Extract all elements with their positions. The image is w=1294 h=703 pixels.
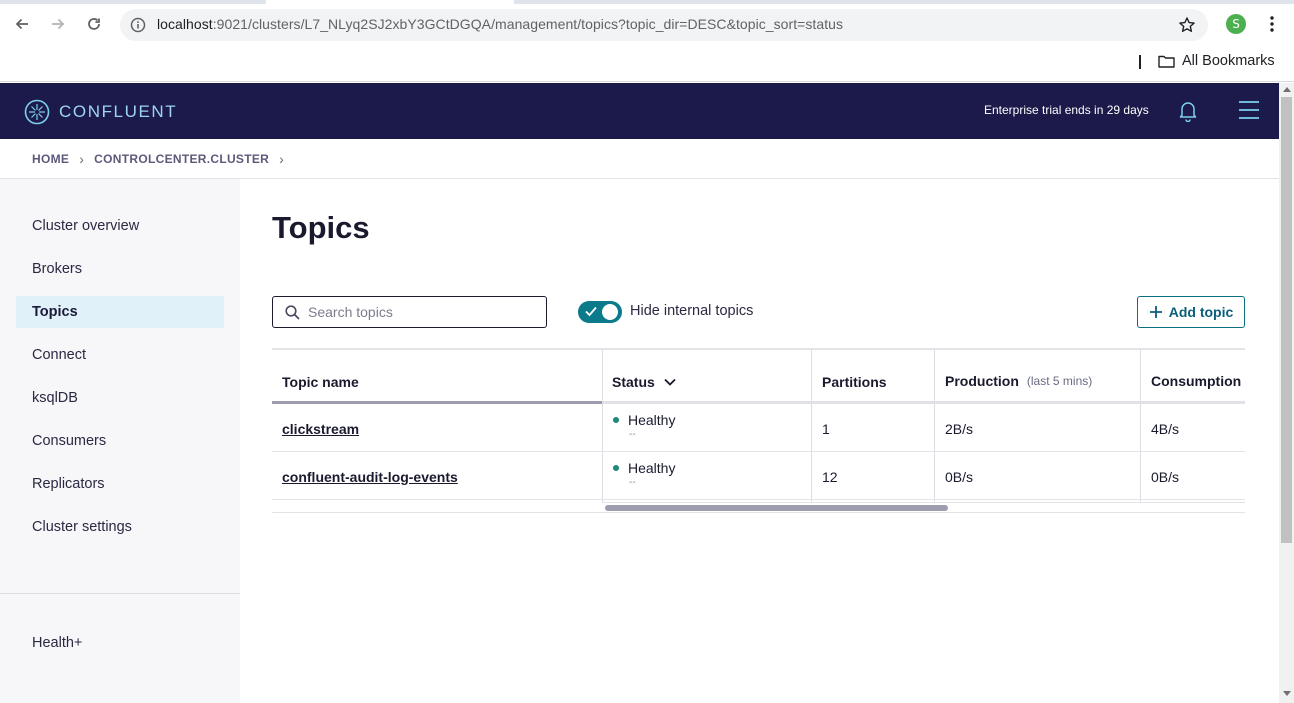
bookmarks-separator <box>1139 55 1141 69</box>
healthy-dot-icon <box>613 465 619 471</box>
status-cell: Healthy -- <box>613 460 675 488</box>
search-box[interactable] <box>272 296 547 328</box>
forward-icon[interactable] <box>46 12 70 36</box>
sidebar-item-cluster-settings[interactable]: Cluster settings <box>16 511 224 543</box>
header-underline <box>603 401 1245 404</box>
breadcrumb: HOME › CONTROLCENTER.CLUSTER › <box>0 139 1279 179</box>
hamburger-menu-icon[interactable] <box>1238 99 1260 126</box>
address-bar[interactable]: localhost:9021/clusters/L7_NLyq2SJ2xbY3G… <box>120 9 1208 41</box>
sidebar-item-brokers[interactable]: Brokers <box>16 253 224 285</box>
check-icon <box>585 306 597 317</box>
production-value: 0B/s <box>945 469 974 485</box>
page-scrollbar[interactable] <box>1279 83 1294 703</box>
breadcrumb-home[interactable]: HOME <box>32 152 69 166</box>
column-header-topic-name[interactable]: Topic name <box>282 374 359 390</box>
chevron-right-icon: › <box>279 150 285 167</box>
breadcrumb-cluster[interactable]: CONTROLCENTER.CLUSTER <box>94 152 269 166</box>
table-horizontal-scrollbar[interactable] <box>602 502 1245 503</box>
topic-name-link[interactable]: clickstream <box>282 421 359 437</box>
trial-notice: Enterprise trial ends in 29 days <box>984 103 1149 117</box>
sidebar-item-ksqldb[interactable]: ksqlDB <box>16 382 224 414</box>
bell-icon[interactable] <box>1178 100 1198 127</box>
confluent-logo-icon <box>24 99 50 125</box>
row-divider <box>272 499 1245 500</box>
column-header-partitions[interactable]: Partitions <box>822 374 887 390</box>
search-input[interactable] <box>308 304 528 320</box>
page-title: Topics <box>272 210 370 245</box>
column-header-consumption-label: Consumption <box>1151 373 1242 389</box>
column-header-production[interactable]: Production (last 5 mins) <box>945 373 1092 389</box>
status-sub-text: -- <box>629 429 636 440</box>
topic-name-link[interactable]: confluent-audit-log-events <box>282 469 458 485</box>
sidebar-item-topics[interactable]: Topics <box>16 296 224 328</box>
header-underline-sorted <box>272 401 602 404</box>
row-divider <box>272 451 1245 452</box>
column-header-status-label: Status <box>612 374 655 390</box>
column-header-production-label: Production <box>945 373 1019 389</box>
bookmark-star-icon[interactable] <box>1178 16 1196 39</box>
sidebar: Cluster overview Brokers Topics Connect … <box>0 179 240 703</box>
status-cell: Healthy -- <box>613 412 675 440</box>
reload-icon[interactable] <box>82 12 106 36</box>
healthy-dot-icon <box>613 417 619 423</box>
sidebar-item-health-plus[interactable]: Health+ <box>16 627 224 659</box>
scrollbar-thumb[interactable] <box>1281 97 1292 543</box>
production-value: 2B/s <box>945 421 974 437</box>
folder-icon <box>1158 55 1175 68</box>
status-text: Healthy <box>628 412 676 428</box>
add-topic-button[interactable]: Add topic <box>1137 296 1245 328</box>
consumption-value: 0B/s <box>1151 469 1180 485</box>
tab-strip <box>0 0 1294 4</box>
sidebar-item-consumers[interactable]: Consumers <box>16 425 224 457</box>
sidebar-item-connect[interactable]: Connect <box>16 339 224 371</box>
column-header-production-sub: (last 5 mins) <box>1026 374 1093 388</box>
column-header-topic-name-label: Topic name <box>282 374 359 390</box>
active-tab[interactable] <box>266 0 514 4</box>
chevron-right-icon: › <box>79 150 85 167</box>
consumption-value: 4B/s <box>1151 421 1180 437</box>
browser-toolbar: localhost:9021/clusters/L7_NLyq2SJ2xbY3G… <box>0 0 1294 48</box>
column-divider <box>1140 350 1141 502</box>
plus-icon <box>1149 306 1162 318</box>
column-divider <box>811 350 812 502</box>
bookmarks-bar: All Bookmarks <box>0 48 1294 82</box>
table-scrollbar-thumb[interactable] <box>605 505 948 511</box>
status-sub-text: -- <box>629 477 636 488</box>
toggle-knob <box>602 304 618 320</box>
hide-internal-topics-toggle[interactable] <box>578 301 622 323</box>
all-bookmarks-button[interactable]: All Bookmarks <box>1158 53 1275 69</box>
hide-internal-topics-label: Hide internal topics <box>630 303 754 319</box>
status-text: Healthy <box>628 460 676 476</box>
back-icon[interactable] <box>10 12 34 36</box>
add-topic-label: Add topic <box>1168 304 1234 320</box>
brand-name: CONFLUENT <box>59 102 178 121</box>
sidebar-item-replicators[interactable]: Replicators <box>16 468 224 500</box>
confluent-logo[interactable]: CONFLUENT <box>24 99 177 125</box>
url-text: localhost:9021/clusters/L7_NLyq2SJ2xbY3G… <box>157 16 844 32</box>
column-divider <box>934 350 935 502</box>
partitions-value: 12 <box>822 469 838 485</box>
sort-desc-chevron-icon <box>664 378 676 386</box>
scroll-up-arrow-icon[interactable] <box>1283 87 1291 92</box>
scroll-down-arrow-icon[interactable] <box>1283 691 1291 696</box>
sidebar-divider <box>0 593 240 594</box>
column-header-consumption[interactable]: Consumption <box>1151 373 1241 389</box>
topics-table: Topic name Status Partitions Production … <box>272 348 1245 513</box>
sidebar-item-cluster-overview[interactable]: Cluster overview <box>16 210 224 242</box>
column-header-status[interactable]: Status <box>612 374 677 390</box>
column-divider <box>602 350 603 502</box>
app-header: CONFLUENT Enterprise trial ends in 29 da… <box>0 83 1279 139</box>
column-header-partitions-label: Partitions <box>822 374 887 390</box>
profile-avatar[interactable]: S <box>1226 14 1246 34</box>
site-info-icon[interactable] <box>130 17 146 38</box>
search-icon <box>285 304 300 320</box>
partitions-value: 1 <box>822 421 830 437</box>
all-bookmarks-label: All Bookmarks <box>1182 53 1275 69</box>
browser-menu-icon[interactable] <box>1262 12 1282 36</box>
